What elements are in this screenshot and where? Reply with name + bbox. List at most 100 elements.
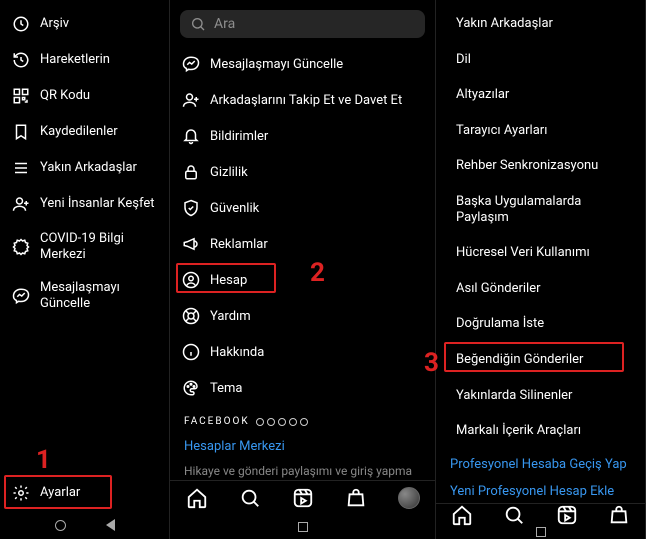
account-item[interactable]: Hücresel Veri Kullanımı [444, 235, 645, 271]
palette-icon [182, 379, 200, 397]
menu-messaging[interactable]: Mesajlaşmayı Güncelle [8, 271, 169, 320]
settings-list: Mesajlaşmayı Güncelle Arkadaşlarını Taki… [170, 46, 435, 406]
heart-badge-icon [12, 238, 30, 256]
person-add-icon [12, 195, 30, 213]
person-add-icon [182, 91, 200, 109]
search-placeholder: Ara [214, 16, 235, 32]
nav-profile-avatar[interactable] [398, 487, 420, 509]
settings-invite[interactable]: Arkadaşlarını Takip Et ve Davet Et [178, 82, 435, 118]
menu-label: Ayarlar [40, 485, 163, 501]
qr-icon [12, 87, 30, 105]
accounts-center-link[interactable]: Hesaplar Merkezi [170, 431, 435, 458]
system-nav [170, 516, 435, 539]
account-item[interactable]: Doğrulama İste [444, 306, 645, 342]
nav-search[interactable] [239, 487, 261, 509]
account-item[interactable]: Altyazılar [444, 77, 645, 113]
menu-label: COVID-19 Bilgi Merkezi [40, 231, 163, 262]
account-recently-deleted[interactable]: Yakınlarda Silinenler [444, 378, 645, 414]
info-icon [182, 343, 200, 361]
panel-settings: Ara Mesajlaşmayı Güncelle Arkadaşlarını … [170, 0, 436, 539]
settings-section: Ayarlar [0, 475, 169, 511]
menu-list: Arşiv Hareketlerin QR Kodu Kaydedilenler… [0, 6, 169, 320]
settings-label: Tema [210, 381, 429, 397]
menu-label: Yakın Arkadaşlar [40, 160, 163, 176]
bookmark-icon [12, 123, 30, 141]
account-item[interactable]: Rehber Senkronizasyonu [444, 148, 645, 184]
settings-about[interactable]: Hakkında [178, 334, 435, 370]
megaphone-icon [182, 235, 200, 253]
nav-home-icon[interactable] [55, 520, 66, 531]
menu-covid[interactable]: COVID-19 Bilgi Merkezi [8, 222, 169, 271]
shield-icon [182, 199, 200, 217]
settings-label: Arkadaşlarını Takip Et ve Davet Et [210, 93, 429, 109]
settings-label: Hakkında [210, 345, 429, 361]
bell-icon [182, 127, 200, 145]
nav-reels[interactable] [292, 487, 314, 509]
account-item[interactable]: Tarayıcı Ayarları [444, 113, 645, 149]
accounts-center-subtext: Hikaye ve gönderi paylaşımı ve giriş yap… [170, 458, 435, 480]
search-icon [190, 16, 206, 32]
system-nav [0, 511, 169, 539]
menu-saved[interactable]: Kaydedilenler [8, 114, 169, 150]
settings-label: Bildirimler [210, 129, 429, 145]
facebook-section: FACEBOOK [170, 406, 435, 431]
menu-label: QR Kodu [40, 88, 163, 104]
menu-label: Mesajlaşmayı Güncelle [40, 280, 163, 311]
user-circle-icon [182, 271, 200, 289]
settings-label: Gizlilik [210, 165, 429, 181]
account-item[interactable]: Markalı İçerik Araçları [444, 413, 645, 449]
facebook-label: FACEBOOK [184, 416, 250, 427]
settings-notifications[interactable]: Bildirimler [178, 118, 435, 154]
search-input[interactable]: Ara [180, 10, 425, 38]
nav-search[interactable] [503, 504, 525, 526]
account-item[interactable]: Asıl Gönderiler [444, 271, 645, 307]
add-professional-link[interactable]: Yeni Profesyonel Hesap Ekle [436, 476, 645, 503]
settings-help[interactable]: Yardım [178, 298, 435, 334]
settings-account[interactable]: Hesap [178, 262, 435, 298]
menu-label: Yeni İnsanlar Keşfet [40, 196, 163, 212]
account-item[interactable]: Yakın Arkadaşlar [444, 6, 645, 42]
clock-icon [12, 15, 30, 33]
lifebuoy-icon [182, 307, 200, 325]
settings-label: Reklamlar [210, 237, 429, 253]
switch-professional-link[interactable]: Profesyonel Hesaba Geçiş Yap [436, 449, 645, 476]
menu-archive[interactable]: Arşiv [8, 6, 169, 42]
menu-label: Hareketlerin [40, 52, 163, 68]
messenger-icon [12, 287, 30, 305]
lock-icon [182, 163, 200, 181]
bottom-nav [170, 480, 435, 515]
account-item[interactable]: Başka Uygulamalarda Paylaşım [444, 184, 645, 235]
settings-security[interactable]: Güvenlik [178, 190, 435, 226]
panel-menu: Arşiv Hareketlerin QR Kodu Kaydedilenler… [0, 0, 170, 539]
settings-label: Güvenlik [210, 201, 429, 217]
nav-recent-icon[interactable] [536, 527, 546, 537]
gear-icon [12, 484, 30, 502]
nav-home[interactable] [451, 504, 473, 526]
menu-activity[interactable]: Hareketlerin [8, 42, 169, 78]
clock-back-icon [12, 51, 30, 69]
nav-shop[interactable] [608, 504, 630, 526]
settings-ads[interactable]: Reklamlar [178, 226, 435, 262]
nav-reels[interactable] [556, 504, 578, 526]
account-item[interactable]: Dil [444, 42, 645, 78]
menu-discover[interactable]: Yeni İnsanlar Keşfet [8, 186, 169, 222]
menu-close-friends[interactable]: Yakın Arkadaşlar [8, 150, 169, 186]
settings-label: Hesap [210, 273, 429, 289]
menu-label: Arşiv [40, 16, 163, 32]
bottom-nav [436, 503, 645, 526]
account-item[interactable]: Beğendiğin Gönderiler [444, 342, 645, 378]
facebook-app-icons [256, 418, 308, 426]
settings-messaging[interactable]: Mesajlaşmayı Güncelle [178, 46, 435, 82]
nav-shop[interactable] [345, 487, 367, 509]
menu-label: Kaydedilenler [40, 124, 163, 140]
nav-back-icon[interactable] [106, 519, 115, 531]
menu-settings[interactable]: Ayarlar [8, 475, 169, 511]
nav-home[interactable] [186, 487, 208, 509]
settings-label: Yardım [210, 309, 429, 325]
settings-label: Mesajlaşmayı Güncelle [210, 57, 429, 73]
settings-theme[interactable]: Tema [178, 370, 435, 406]
system-nav [436, 526, 645, 539]
settings-privacy[interactable]: Gizlilik [178, 154, 435, 190]
nav-recent-icon[interactable] [298, 522, 308, 532]
menu-qr[interactable]: QR Kodu [8, 78, 169, 114]
